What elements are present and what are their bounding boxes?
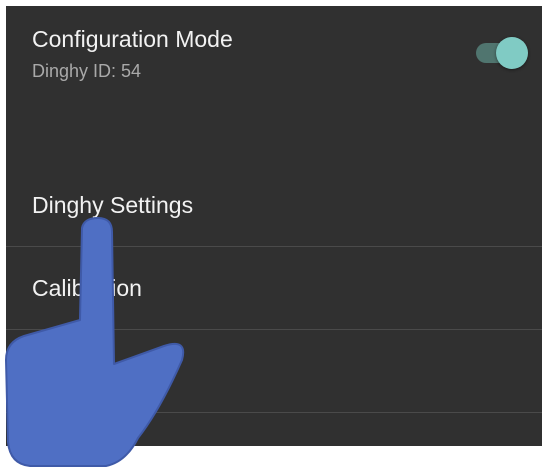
dinghy-id-label: Dinghy ID: 54 bbox=[32, 61, 142, 81]
menu-item-label: Dinghy Settings bbox=[32, 192, 194, 218]
configuration-mode-row[interactable]: Configuration Mode Dinghy ID: 54 bbox=[6, 6, 542, 176]
menu-item-sensors[interactable]: Sensors bbox=[6, 330, 542, 413]
menu-item-label: Calibration bbox=[32, 275, 142, 301]
configuration-mode-title: Configuration Mode bbox=[32, 26, 233, 52]
menu-item-calibration[interactable]: Calibration bbox=[6, 247, 542, 330]
menu-item-dinghy-settings[interactable]: Dinghy Settings bbox=[6, 164, 542, 247]
settings-screen: Configuration Mode Dinghy ID: 54 Dinghy … bbox=[6, 6, 542, 446]
menu-item-label: Sensors bbox=[32, 358, 117, 384]
configuration-mode-toggle[interactable] bbox=[476, 37, 528, 69]
toggle-thumb bbox=[496, 37, 528, 69]
